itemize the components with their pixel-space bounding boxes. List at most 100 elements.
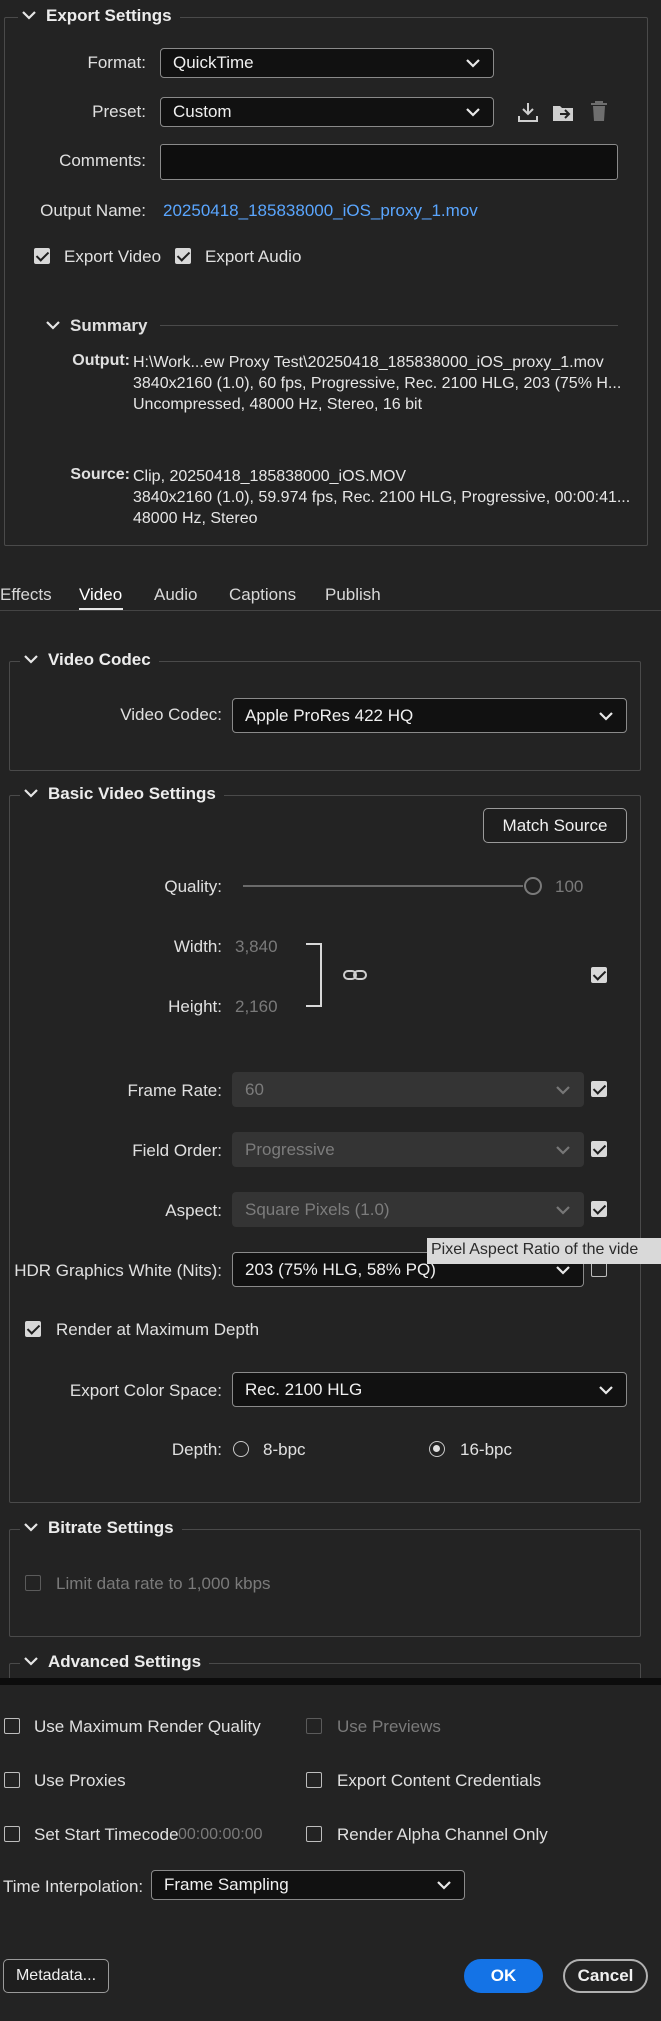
- field-order-label: Field Order:: [132, 1141, 222, 1160]
- trash-icon[interactable]: [588, 99, 610, 123]
- depth-8bpc-radio[interactable]: [233, 1441, 249, 1457]
- depth-16bpc-label: 16-bpc: [460, 1440, 512, 1459]
- hdr-white-value: 203 (75% HLG, 58% PQ): [245, 1259, 436, 1279]
- export-video-checkbox[interactable]: [34, 248, 50, 264]
- aspect-label: Aspect:: [165, 1201, 222, 1220]
- summary-output-line: H:\Work...ew Proxy Test\20250418_1858380…: [133, 354, 604, 371]
- preset-dropdown[interactable]: Custom: [160, 97, 494, 127]
- max-render-quality-label: Use Maximum Render Quality: [34, 1717, 261, 1736]
- tabs-divider: [0, 610, 661, 611]
- export-settings-header[interactable]: Export Settings: [18, 6, 180, 26]
- render-max-depth-checkbox[interactable]: [25, 1321, 41, 1337]
- frame-rate-dropdown[interactable]: 60: [232, 1072, 584, 1107]
- depth-16bpc-radio[interactable]: [429, 1441, 445, 1457]
- aspect-checkbox[interactable]: [591, 1201, 607, 1217]
- video-codec-dropdown[interactable]: Apple ProRes 422 HQ: [232, 698, 627, 733]
- field-order-value: Progressive: [245, 1139, 335, 1159]
- format-dropdown[interactable]: QuickTime: [160, 48, 494, 78]
- aspect-dropdown[interactable]: Square Pixels (1.0): [232, 1192, 584, 1227]
- chevron-down-icon: [22, 10, 36, 22]
- time-interpolation-value: Frame Sampling: [164, 1875, 289, 1894]
- save-preset-icon[interactable]: [516, 100, 540, 124]
- frame-rate-label: Frame Rate:: [127, 1081, 222, 1100]
- timecode-value[interactable]: 00:00:00:00: [178, 1826, 263, 1844]
- tab-captions[interactable]: Captions: [229, 585, 296, 605]
- video-codec-value: Apple ProRes 422 HQ: [245, 705, 414, 725]
- match-source-button[interactable]: Match Source: [483, 808, 627, 843]
- chevron-down-icon: [599, 711, 613, 721]
- summary-source-line: 48000 Hz, Stereo: [133, 510, 258, 527]
- chevron-down-icon: [556, 1265, 570, 1275]
- height-value[interactable]: 2,160: [235, 997, 278, 1017]
- chevron-down-icon: [24, 1522, 38, 1534]
- chevron-down-icon: [24, 1656, 38, 1668]
- preset-label: Preset:: [92, 102, 146, 121]
- frame-rate-value: 60: [245, 1079, 264, 1099]
- set-start-timecode-label: Set Start Timecode: [34, 1825, 179, 1844]
- use-previews-checkbox[interactable]: [306, 1718, 322, 1734]
- link-icon[interactable]: [343, 965, 367, 985]
- basic-video-title: Basic Video Settings: [48, 784, 216, 803]
- cancel-button[interactable]: Cancel: [563, 1959, 648, 1993]
- tooltip-text: Pixel Aspect Ratio of the vide: [431, 1241, 639, 1258]
- ok-button[interactable]: OK: [464, 1959, 543, 1993]
- chevron-down-icon: [556, 1085, 570, 1095]
- hdr-white-label: HDR Graphics White (Nits):: [14, 1261, 222, 1280]
- chevron-down-icon: [437, 1881, 451, 1890]
- chevron-down-icon: [24, 654, 38, 666]
- bottom-separator: [0, 1678, 661, 1685]
- summary-source-line: 3840x2160 (1.0), 59.974 fps, Rec. 2100 H…: [133, 489, 631, 506]
- limit-data-rate-checkbox[interactable]: [25, 1575, 41, 1591]
- render-alpha-checkbox[interactable]: [306, 1826, 322, 1842]
- field-order-checkbox[interactable]: [591, 1141, 607, 1157]
- color-space-dropdown[interactable]: Rec. 2100 HLG: [232, 1372, 627, 1407]
- tab-audio[interactable]: Audio: [154, 585, 197, 605]
- bitrate-header[interactable]: Bitrate Settings: [20, 1518, 182, 1538]
- render-max-depth-label: Render at Maximum Depth: [56, 1320, 260, 1339]
- render-alpha-label: Render Alpha Channel Only: [337, 1825, 548, 1844]
- tab-publish[interactable]: Publish: [325, 585, 381, 605]
- width-value[interactable]: 3,840: [235, 937, 278, 957]
- summary-output-line: Uncompressed, 48000 Hz, Stereo, 16 bit: [133, 396, 423, 413]
- comments-input[interactable]: [160, 144, 618, 180]
- dimension-override-checkbox[interactable]: [591, 967, 607, 983]
- depth-label: Depth:: [171, 1440, 222, 1459]
- export-audio-label: Export Audio: [205, 247, 302, 266]
- summary-source-block: Clip, 20250418_185838000_iOS.MOV 3840x21…: [133, 466, 630, 529]
- limit-data-rate-label: Limit data rate to 1,000 kbps: [56, 1574, 271, 1593]
- quality-slider-handle[interactable]: [524, 877, 542, 895]
- export-credentials-checkbox[interactable]: [306, 1772, 322, 1788]
- set-start-timecode-checkbox[interactable]: [4, 1826, 20, 1842]
- dimension-bracket: [306, 943, 322, 1007]
- time-interpolation-dropdown[interactable]: Frame Sampling: [151, 1870, 465, 1900]
- summary-output-block: H:\Work...ew Proxy Test\20250418_1858380…: [133, 352, 621, 415]
- chevron-down-icon: [556, 1205, 570, 1215]
- quality-slider-track[interactable]: [243, 885, 523, 887]
- basic-video-header[interactable]: Basic Video Settings: [20, 784, 224, 804]
- export-settings-title: Export Settings: [46, 6, 172, 25]
- field-order-dropdown[interactable]: Progressive: [232, 1132, 584, 1167]
- use-proxies-checkbox[interactable]: [4, 1772, 20, 1788]
- export-audio-checkbox[interactable]: [175, 248, 191, 264]
- use-previews-label: Use Previews: [337, 1717, 441, 1736]
- time-interpolation-label: Time Interpolation:: [3, 1877, 144, 1896]
- tab-effects[interactable]: Effects: [0, 585, 52, 605]
- tab-video[interactable]: Video: [79, 585, 122, 605]
- summary-divider: [160, 325, 618, 326]
- video-codec-header[interactable]: Video Codec: [20, 650, 159, 670]
- summary-output-label: Output:: [72, 352, 130, 369]
- preset-value: Custom: [173, 102, 232, 121]
- chevron-down-icon: [46, 320, 60, 332]
- output-name-link[interactable]: 20250418_185838000_iOS_proxy_1.mov: [163, 201, 478, 221]
- import-preset-icon[interactable]: [551, 100, 577, 124]
- frame-rate-checkbox[interactable]: [591, 1081, 607, 1097]
- summary-header[interactable]: Summary: [46, 316, 147, 336]
- max-render-quality-checkbox[interactable]: [4, 1718, 20, 1734]
- height-label: Height:: [168, 997, 222, 1016]
- summary-title: Summary: [70, 316, 148, 335]
- advanced-header[interactable]: Advanced Settings: [20, 1652, 210, 1672]
- format-label: Format:: [87, 53, 146, 72]
- metadata-button[interactable]: Metadata...: [3, 1959, 109, 1993]
- chevron-down-icon: [466, 108, 480, 117]
- video-codec-title: Video Codec: [48, 650, 151, 669]
